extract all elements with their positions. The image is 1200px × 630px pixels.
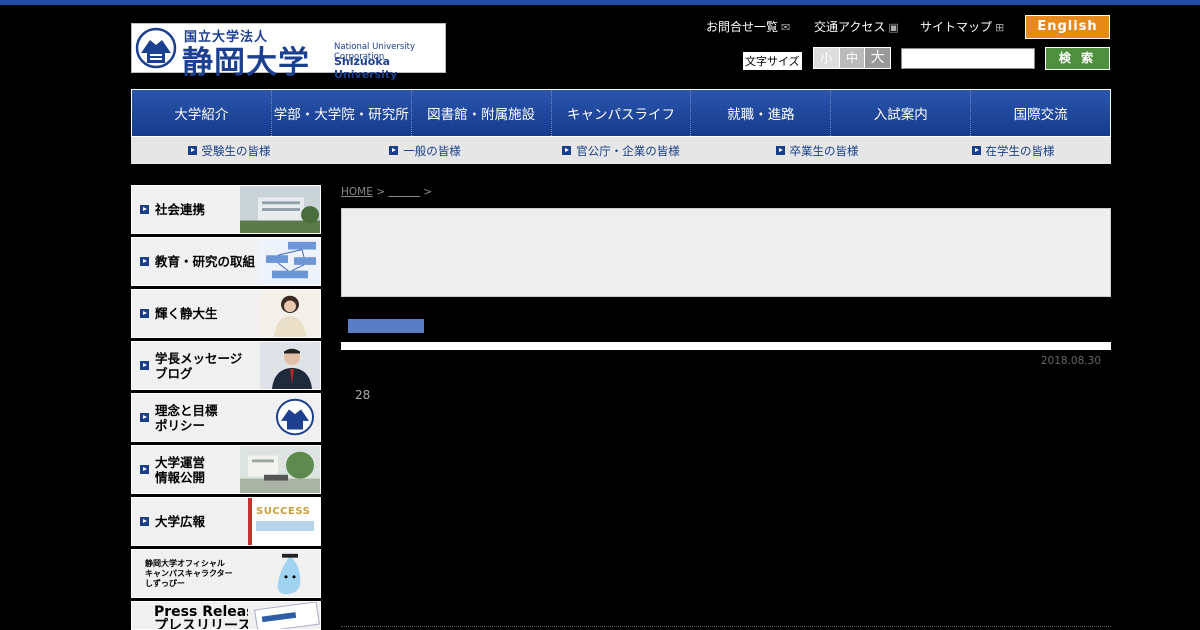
page-header-box (341, 208, 1111, 297)
audience-nav: 受験生の皆様 一般の皆様 官公庁・企業の皆様 卒業生の皆様 在学生の皆様 (131, 137, 1111, 164)
sidebar-item-label: 静岡大学オフィシャル キャンパスキャラクター しずっぴー (145, 558, 233, 588)
search-button[interactable]: 検 索 (1045, 47, 1110, 70)
sidebar-item-label: 輝く静大生 (155, 306, 218, 321)
sidebar-item-shining-students[interactable]: 輝く静大生 (131, 289, 321, 338)
sidebar-item-education-research[interactable]: 教育・研究の取組 (131, 237, 321, 286)
sidebar-item-label: 理念と目標 ポリシー (155, 402, 218, 433)
english-button[interactable]: English (1025, 15, 1110, 39)
search-input[interactable] (901, 48, 1035, 69)
arrow-icon (140, 257, 149, 266)
global-nav: 大学紹介 学部・大学院・研究所 図書館・附属施設 キャンパスライフ 就職・進路 … (131, 89, 1111, 137)
arrow-icon (775, 146, 785, 155)
font-size-label: 文字サイズ (743, 52, 802, 70)
campus-building-image (240, 186, 320, 233)
sidebar-item-president-blog[interactable]: 学長メッセージ ブログ (131, 341, 321, 390)
sidebar-item-press-release[interactable]: Press Release プレスリリース (131, 601, 321, 630)
nav-faculties[interactable]: 学部・大学院・研究所 (271, 90, 412, 136)
mascot-shizuppy-image (264, 550, 320, 597)
mount-fuji-emblem-icon (135, 27, 177, 69)
content-divider (341, 342, 1111, 350)
arrow-icon (971, 146, 981, 155)
content-bottom-divider (341, 626, 1111, 627)
sidebar-item-mascot[interactable]: 静岡大学オフィシャル キャンパスキャラクター しずっぴー (131, 549, 321, 598)
sidebar-item-label: 大学広報 (155, 514, 206, 529)
arrow-icon (187, 146, 197, 155)
arrow-icon (140, 361, 149, 370)
sitemap-link[interactable]: サイトマップ ⊞ (920, 18, 1004, 35)
student-photo (260, 290, 320, 337)
nav-international[interactable]: 国際交流 (971, 90, 1111, 136)
nav-library[interactable]: 図書館・附属施設 (411, 90, 552, 136)
logo-university-name: 静岡大学 (182, 45, 310, 81)
audience-general-public[interactable]: 一般の皆様 (327, 137, 523, 164)
arrow-icon (140, 517, 149, 526)
university-emblem-icon (270, 394, 320, 441)
access-link[interactable]: 交通アクセス ▣ (814, 18, 899, 35)
arrow-icon (140, 413, 149, 422)
sidebar-item-public-relations[interactable]: 大学広報 SUCCESS (131, 497, 321, 546)
nav-admissions[interactable]: 入試案内 (831, 90, 972, 136)
audience-prospective-students[interactable]: 受験生の皆様 (131, 137, 327, 164)
font-size-selector: 小 中 大 (813, 47, 891, 69)
audience-government-business[interactable]: 官公庁・企業の皆様 (523, 137, 719, 164)
diagram-image (258, 238, 320, 285)
category-tag[interactable] (348, 319, 424, 333)
logo-en-name: Shizuoka University (334, 55, 398, 81)
audience-alumni[interactable]: 卒業生の皆様 (719, 137, 915, 164)
sidebar-item-philosophy-policy[interactable]: 理念と目標 ポリシー (131, 393, 321, 442)
arrow-icon (140, 465, 149, 474)
breadcrumb-category-link[interactable] (388, 186, 420, 198)
breadcrumb: HOME > > (341, 186, 433, 198)
building-icon: ▣ (888, 21, 899, 34)
campus-entrance-image (240, 446, 320, 493)
font-size-large-button[interactable]: 大 (865, 48, 891, 68)
top-accent-bar (0, 0, 1200, 5)
sidebar-item-label: 大学運営 情報公開 (155, 454, 206, 485)
success-magazine-image: SUCCESS (248, 498, 320, 545)
sitemap-icon: ⊞ (995, 21, 1005, 34)
post-body: 28 (355, 388, 371, 402)
post-date: 2018.08.30 (1040, 355, 1101, 367)
font-size-medium-button[interactable]: 中 (839, 48, 866, 68)
breadcrumb-home-link[interactable]: HOME (341, 186, 373, 198)
arrow-icon (140, 309, 149, 318)
font-size-small-button[interactable]: 小 (814, 48, 840, 68)
sidebar-item-label: 学長メッセージ ブログ (155, 350, 243, 381)
press-document-image (248, 602, 320, 629)
sidebar-item-label: 社会連携 (155, 202, 206, 217)
sidebar-item-community[interactable]: 社会連携 (131, 185, 321, 234)
nav-careers[interactable]: 就職・進路 (691, 90, 832, 136)
arrow-icon (140, 205, 149, 214)
nav-about[interactable]: 大学紹介 (132, 90, 272, 136)
university-logo[interactable]: 国立大学法人 静岡大学 National University Corporat… (131, 23, 446, 81)
arrow-icon (562, 146, 572, 155)
contact-link[interactable]: お問合せ一覧 ✉ (706, 18, 790, 35)
sidebar-item-management-disclosure[interactable]: 大学運営 情報公開 (131, 445, 321, 494)
arrow-icon (389, 146, 399, 155)
audience-current-students[interactable]: 在学生の皆様 (915, 137, 1111, 164)
mail-icon: ✉ (781, 21, 791, 34)
nav-campus-life[interactable]: キャンパスライフ (551, 90, 692, 136)
sidebar-item-label: 教育・研究の取組 (155, 254, 256, 269)
president-photo (260, 342, 320, 389)
